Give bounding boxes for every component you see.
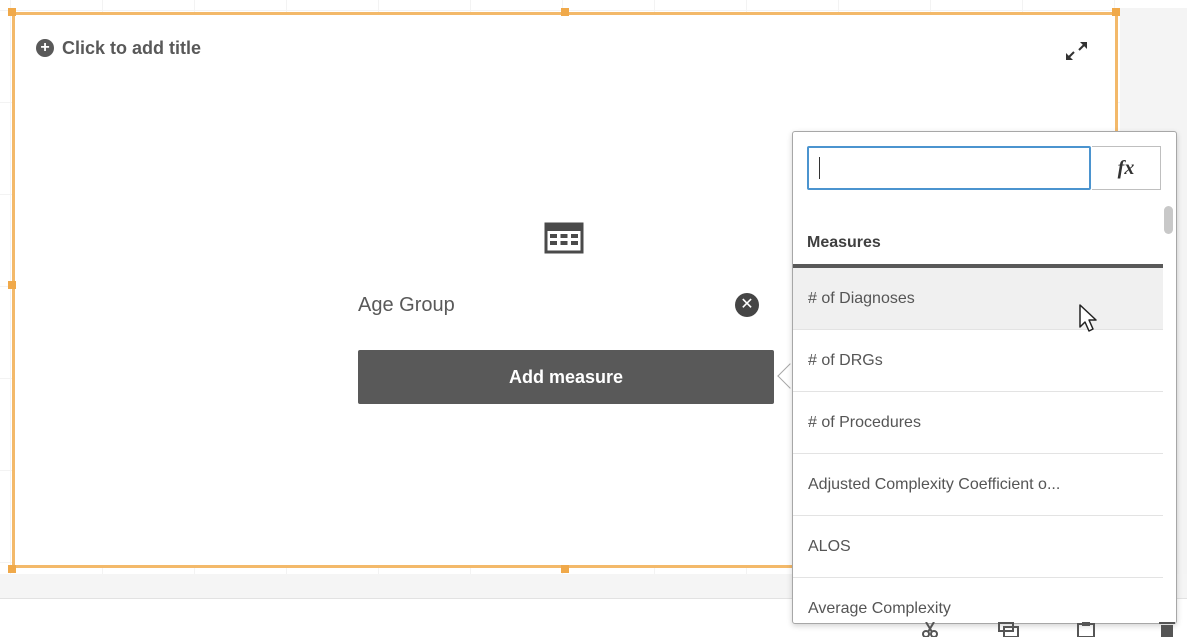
remove-dimension-button[interactable]: ✕ — [735, 293, 759, 317]
measure-picker-popover: fx Measures # of Diagnoses # of DRGs # o… — [792, 131, 1177, 624]
search-input[interactable] — [807, 146, 1091, 190]
list-item-label: # of Diagnoses — [808, 289, 915, 307]
resize-handle-bottom-left[interactable] — [8, 565, 16, 573]
list-item-label: Average Complexity — [808, 599, 951, 617]
fx-icon: fx — [1117, 156, 1135, 179]
list-item-label: ALOS — [808, 537, 851, 555]
add-title-button[interactable]: + Click to add title — [36, 36, 201, 60]
add-title-label: Click to add title — [62, 37, 202, 58]
expression-editor-button[interactable]: fx — [1092, 146, 1161, 190]
resize-handle-top[interactable] — [561, 8, 569, 16]
resize-handle-top-right[interactable] — [1112, 8, 1120, 16]
text-caret — [819, 157, 820, 179]
delete-icon[interactable] — [1155, 622, 1179, 637]
section-heading: Measures — [807, 234, 881, 251]
close-circle-icon: ✕ — [740, 296, 754, 313]
scrollbar-thumb[interactable] — [1164, 206, 1173, 234]
list-item-label: # of Procedures — [808, 413, 921, 431]
table-icon — [544, 222, 584, 254]
list-item-label: Adjusted Complexity Coefficient o... — [808, 475, 1061, 493]
dimension-label: Age Group — [358, 294, 455, 316]
list-item[interactable]: Adjusted Complexity Coefficient o... — [793, 454, 1163, 516]
plus-circle-icon: + — [36, 39, 54, 57]
measure-list: Measures # of Diagnoses # of DRGs # of P… — [793, 204, 1163, 623]
list-item[interactable]: # of DRGs — [793, 330, 1163, 392]
cut-icon[interactable] — [918, 622, 942, 637]
copy-icon[interactable] — [996, 622, 1020, 637]
resize-handle-left[interactable] — [8, 281, 16, 289]
mouse-pointer-icon — [1079, 304, 1097, 332]
scrollbar[interactable] — [1163, 204, 1175, 623]
expand-icon[interactable] — [1063, 37, 1091, 65]
list-item[interactable]: # of Procedures — [793, 392, 1163, 454]
list-item-label: # of DRGs — [808, 351, 883, 369]
search-row: fx — [807, 146, 1161, 192]
list-item[interactable]: Average Complexity — [793, 578, 1163, 623]
list-item[interactable]: ALOS — [793, 516, 1163, 578]
resize-handle-bottom[interactable] — [561, 565, 569, 573]
add-measure-button[interactable]: Add measure — [358, 350, 774, 404]
resize-handle-top-left[interactable] — [8, 8, 16, 16]
list-item[interactable]: # of Diagnoses — [793, 268, 1163, 330]
paste-icon[interactable] — [1074, 622, 1098, 637]
